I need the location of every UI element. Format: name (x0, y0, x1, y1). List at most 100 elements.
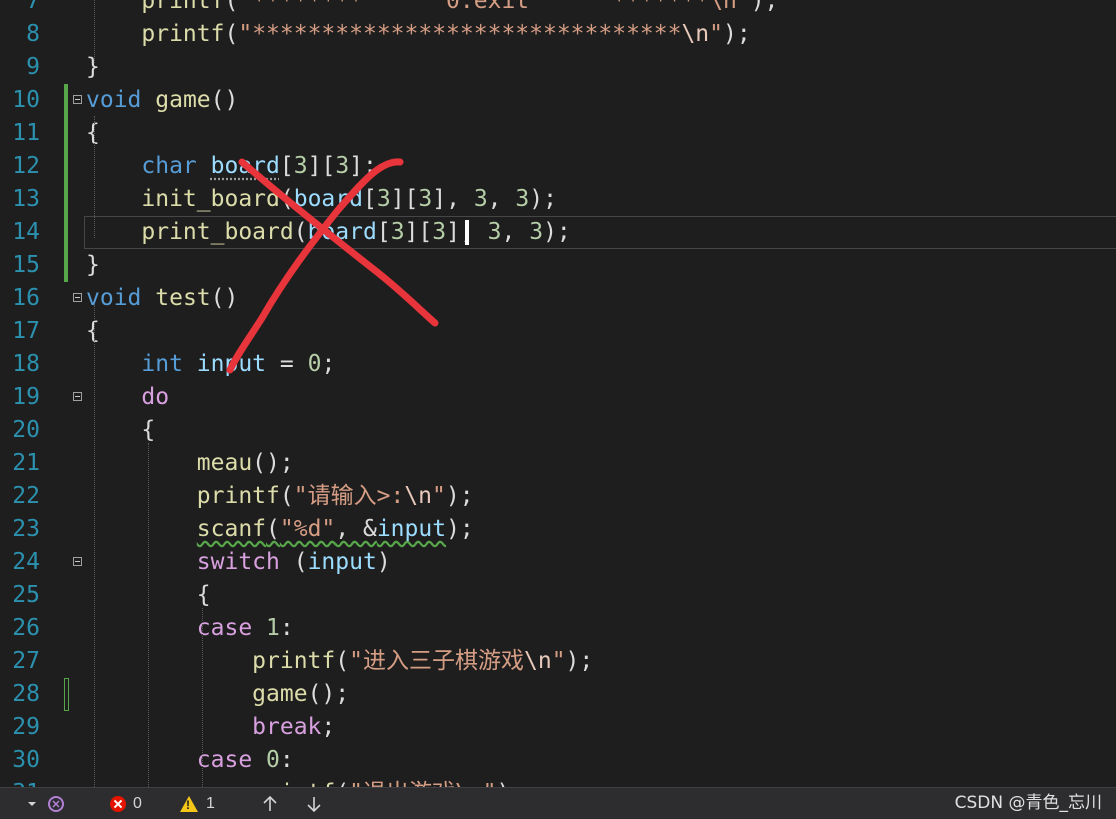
code-text: printf("******** 0.exit *******\n"); (86, 0, 778, 18)
code-text: print_board(board[3][3], 3, 3); (86, 216, 570, 249)
code-token: ); (723, 21, 751, 47)
code-token: { (86, 318, 100, 344)
code-line[interactable]: 30 case 0: (0, 744, 1116, 777)
code-token: ( (279, 549, 308, 575)
code-token: case (196, 615, 253, 641)
code-token: printf (141, 21, 225, 47)
code-line[interactable]: 16 void test() (0, 282, 1116, 315)
errors-indicator[interactable]: 0 (110, 788, 142, 819)
arrow-down-icon[interactable] (306, 788, 322, 819)
code-token: [ (279, 153, 294, 179)
line-number: 12 (12, 153, 40, 179)
arrow-up-icon[interactable] (262, 788, 278, 819)
code-token: { (141, 417, 156, 443)
line-number: 14 (12, 219, 40, 245)
code-token: ( (335, 648, 350, 674)
code-token: board (210, 153, 280, 179)
code-token: do (141, 384, 170, 410)
code-text: case 0: (86, 744, 294, 777)
line-number: 29 (12, 714, 40, 740)
code-line[interactable]: 23 scanf("%d", &input); (0, 513, 1116, 546)
code-token: "******************************* (238, 21, 682, 47)
code-line[interactable]: 9} (0, 51, 1116, 84)
code-line[interactable]: 21 meau(); (0, 447, 1116, 480)
code-line[interactable]: 22 printf("请输入>:\n"); (0, 480, 1116, 513)
code-line[interactable]: 12 char board[3][3]; (0, 150, 1116, 183)
code-text: case 1: (86, 612, 294, 645)
code-line[interactable]: 17 { (0, 315, 1116, 348)
code-token: printf (196, 483, 280, 509)
collapse-icon[interactable] (73, 392, 82, 401)
code-text: printf("退出游戏\n"); (86, 777, 524, 787)
code-token: [ (362, 186, 377, 212)
code-token: print_board (141, 219, 294, 245)
code-token: ( (293, 219, 308, 245)
code-line[interactable]: 18 int input = 0; (0, 348, 1116, 381)
code-token: input (307, 549, 377, 575)
code-line[interactable]: 28 game(); (0, 678, 1116, 711)
code-line[interactable]: 24 switch (input) (0, 546, 1116, 579)
code-token: 1 (266, 615, 280, 641)
code-line[interactable]: 13 init_board(board[3][3], 3, 3); (0, 183, 1116, 216)
code-line[interactable]: 10 void game() (0, 84, 1116, 117)
code-token: ; (321, 714, 336, 740)
code-token: 3 (376, 186, 391, 212)
code-line[interactable]: 7 printf("******** 0.exit *******\n"); (0, 0, 1116, 18)
code-token: , & (335, 516, 377, 542)
code-token: 3 (487, 219, 502, 245)
code-token: ( (279, 186, 294, 212)
code-line[interactable]: 29 break; (0, 711, 1116, 744)
code-token: } (86, 54, 100, 80)
code-token: 0 (307, 351, 322, 377)
change-marker (64, 216, 68, 249)
code-line[interactable]: 27 printf("进入三子棋游戏\n"); (0, 645, 1116, 678)
code-text: char board[3][3]; (86, 150, 376, 183)
collapse-icon[interactable] (73, 95, 82, 104)
collapse-icon[interactable] (73, 557, 82, 566)
code-token: "请输入>: (293, 483, 405, 509)
code-text: do (86, 381, 169, 414)
code-line[interactable]: 11 { (0, 117, 1116, 150)
code-line[interactable]: 8 printf("******************************… (0, 18, 1116, 51)
code-line[interactable]: 15} (0, 249, 1116, 282)
code-editor[interactable]: 7 printf("******** 0.exit *******\n"); 8 … (0, 0, 1116, 787)
code-token: 3 (390, 219, 405, 245)
code-token: ); (529, 186, 557, 212)
indent-guide (202, 608, 203, 787)
code-line[interactable]: 31 printf("退出游戏\n"); (0, 777, 1116, 787)
code-token: , (487, 186, 516, 212)
code-token: \n (404, 483, 432, 509)
code-token: (); (252, 450, 294, 476)
warnings-count: 1 (206, 795, 215, 812)
warnings-indicator[interactable]: 1 (180, 788, 215, 819)
intellicode-icon[interactable] (46, 788, 66, 819)
code-token: board (293, 186, 363, 212)
text-caret (465, 220, 469, 245)
line-number: 27 (12, 648, 40, 674)
code-token: ], (432, 186, 474, 212)
code-text: { (86, 315, 100, 348)
line-number: 19 (12, 384, 40, 410)
indent-guide (94, 0, 95, 63)
code-token: case (196, 747, 253, 773)
line-number: 20 (12, 417, 40, 443)
dropdown-arrow-icon[interactable] (26, 788, 38, 819)
code-line[interactable]: 25 { (0, 579, 1116, 612)
code-token: 3 (473, 186, 488, 212)
code-token: () (210, 87, 239, 113)
code-token: "进入三子棋游戏 (349, 648, 524, 674)
code-token: (); (307, 681, 350, 707)
line-number: 16 (12, 285, 40, 311)
code-token: 3 (293, 153, 308, 179)
code-line[interactable]: 19 do (0, 381, 1116, 414)
code-line[interactable]: 14 print_board(board[3][3], 3, 3); (0, 216, 1116, 249)
collapse-icon[interactable] (73, 293, 82, 302)
line-number: 21 (12, 450, 40, 476)
code-line[interactable]: 26 case 1: (0, 612, 1116, 645)
code-line[interactable]: 20 { (0, 414, 1116, 447)
